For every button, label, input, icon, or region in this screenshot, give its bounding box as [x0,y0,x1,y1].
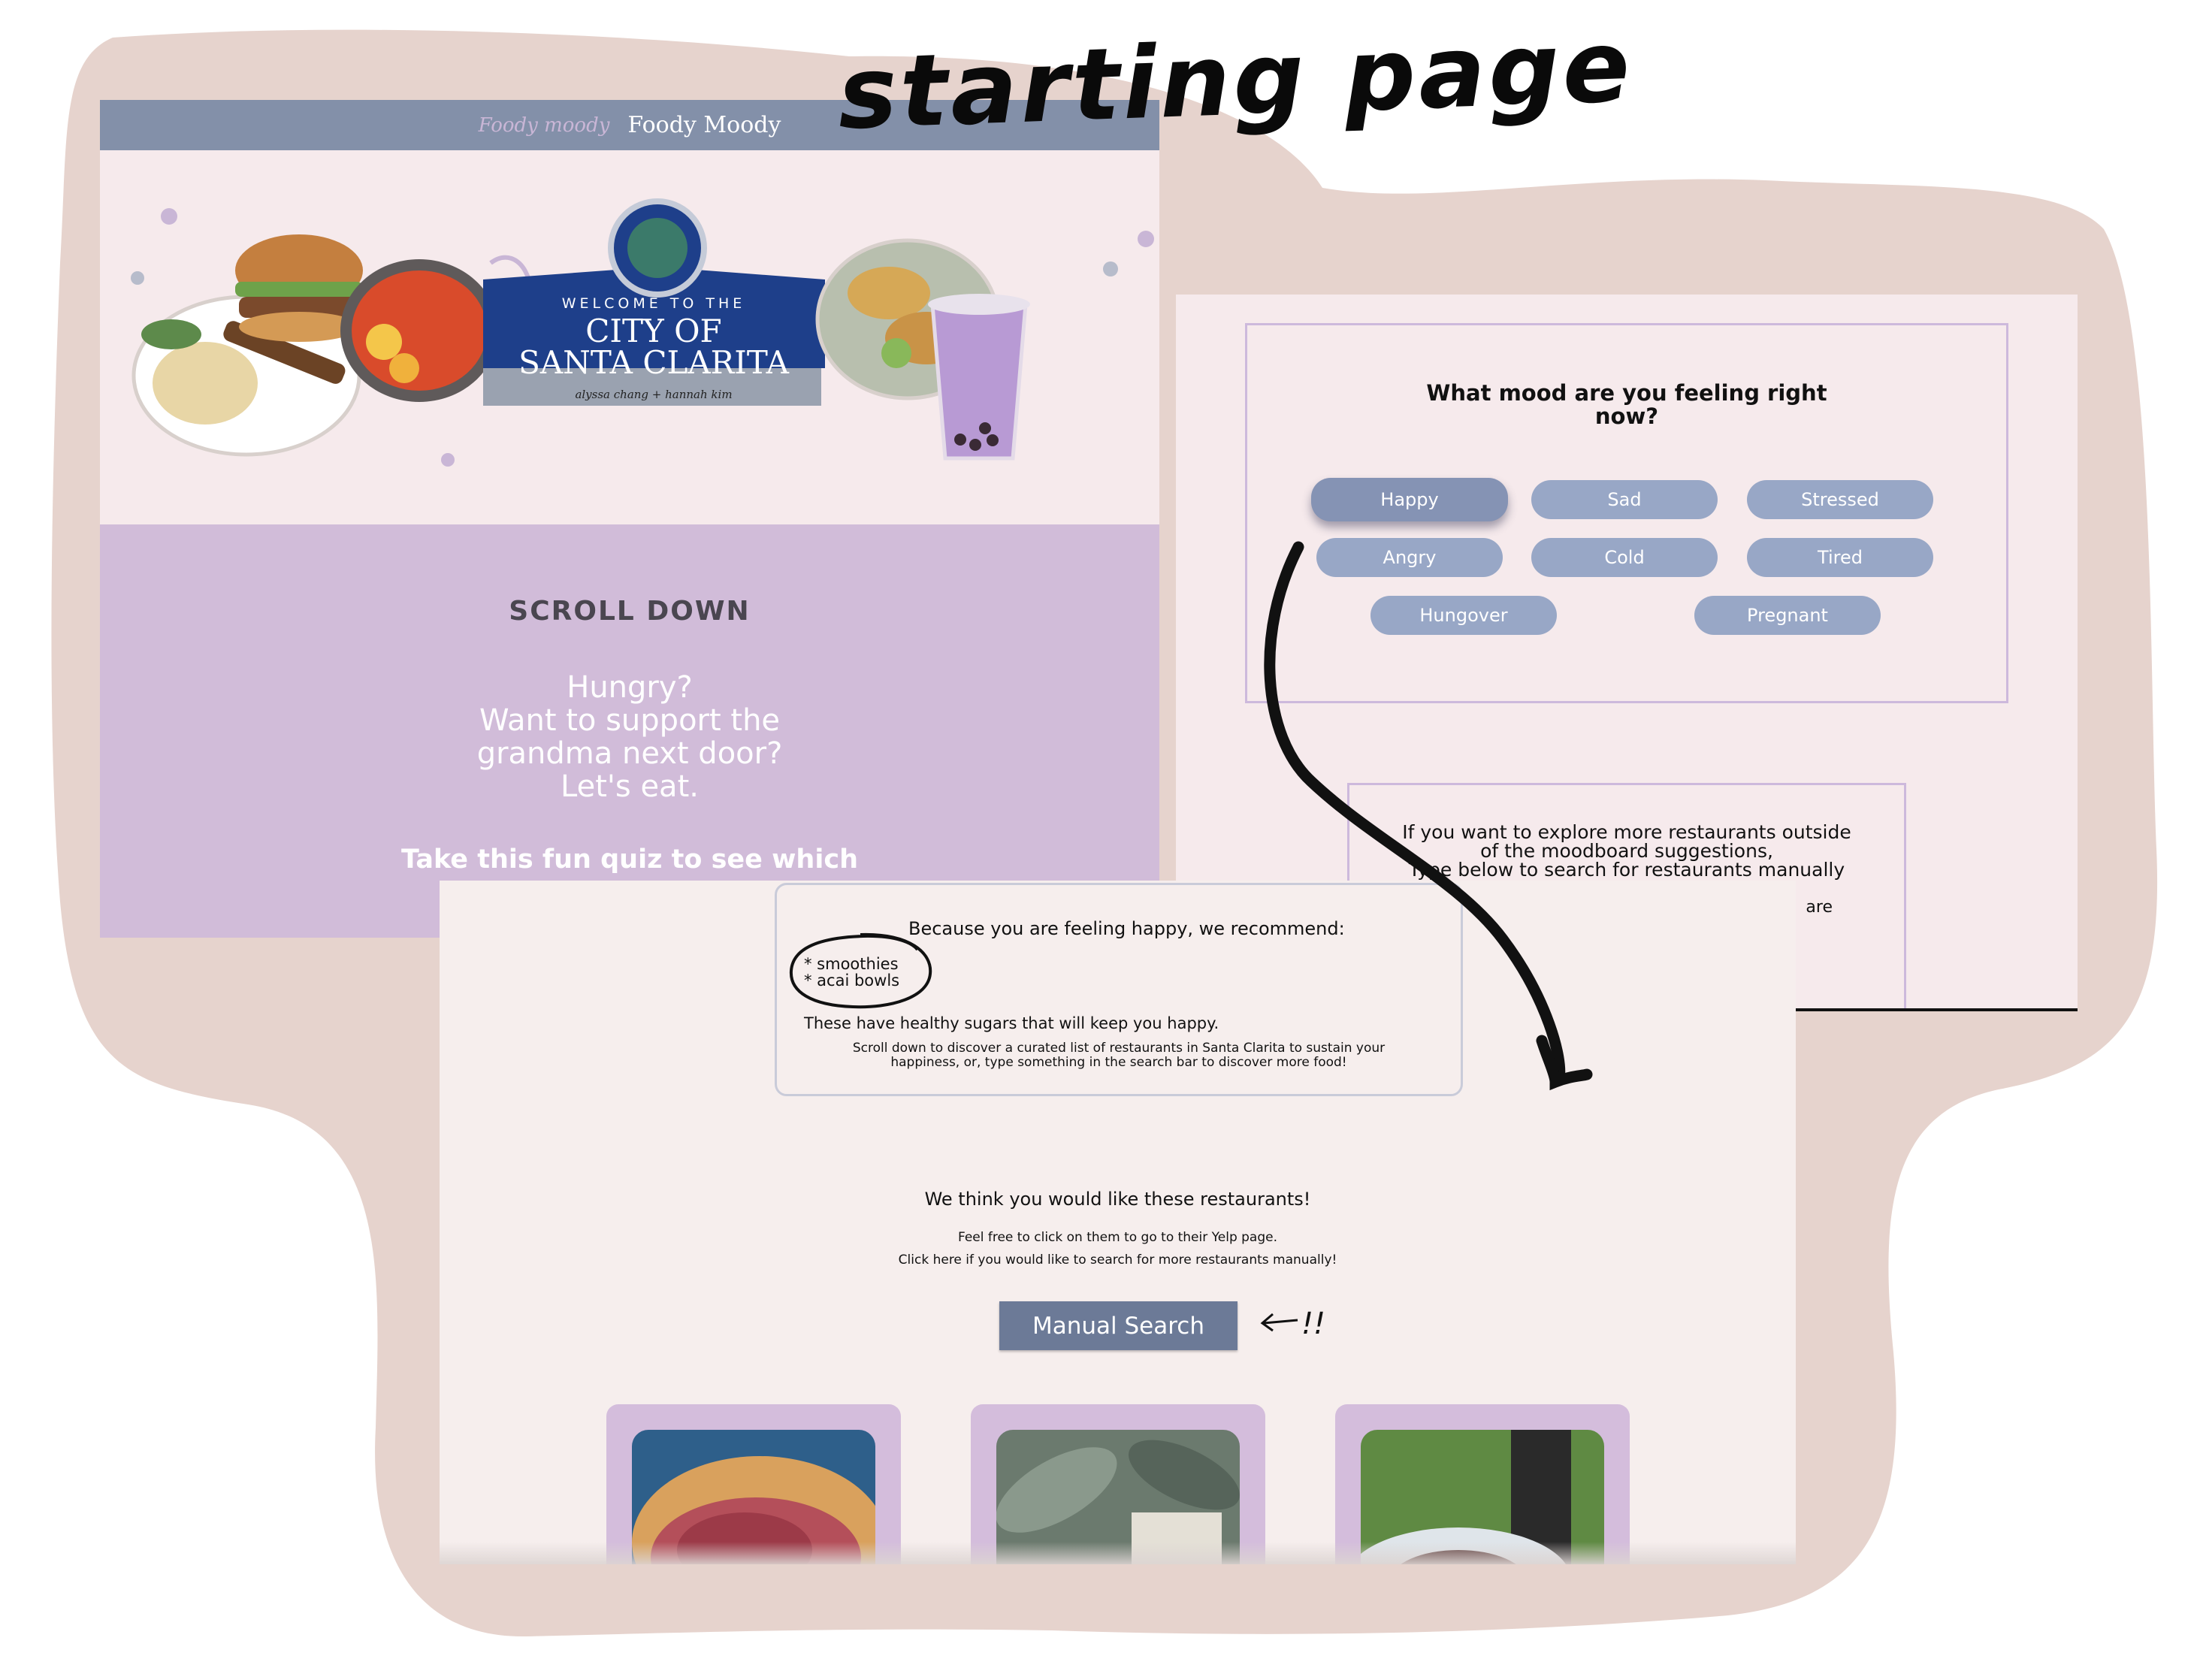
recommendation-item: * smoothies [804,955,899,973]
intro-copy: Hungry? Want to support the grandma next… [100,671,1159,803]
recommendation-item: * acai bowls [804,971,900,990]
scroll-down-label: SCROLL DOWN [509,596,751,627]
panel-fade [440,1542,1796,1564]
quiz-question-line: now? [1594,403,1659,429]
recommendation-scroll-hint: Scroll down to discover a curated list o… [814,1041,1423,1070]
intro-line: grandma next door? [476,736,783,771]
sign-welcome: WELCOME TO THE [562,295,746,312]
intro-line: Hungry? [567,670,693,705]
mood-button-sad[interactable]: Sad [1531,480,1718,519]
site-logo[interactable]: Foody moody [478,113,610,137]
hero-banner: WELCOME TO THE CITY OF SANTA CLARITA aly… [100,150,1159,524]
quiz-question-line: What mood are you feeling right [1426,380,1827,406]
hero-illustration: WELCOME TO THE CITY OF SANTA CLARITA aly… [131,198,1154,467]
intro-line: Want to support the [479,703,781,738]
intro-line: Let's eat. [561,769,699,804]
mood-button-pregnant[interactable]: Pregnant [1694,596,1881,635]
manual-search-text: If you want to explore more restaurants … [1349,823,1904,879]
starting-page-screenshot: Foody moody Foody Moody WELCOME TO THE C… [100,100,1159,938]
logo-text: Foody moody [478,113,610,137]
restaurant-card[interactable] [1335,1404,1630,1564]
restaurant-card[interactable] [606,1404,901,1564]
mood-button-happy[interactable]: Happy [1311,478,1508,521]
quiz-cta: Take this fun quiz to see which [400,845,859,875]
quiz-question: What mood are you feeling right now? [1247,382,2006,428]
restaurants-subtext-line: Feel free to click on them to go to thei… [957,1230,1278,1245]
mood-button-stressed[interactable]: Stressed [1747,480,1933,519]
recommendation-reason: These have healthy sugars that will keep… [804,1014,1219,1032]
manual-search-line: Type below to search for restaurants man… [1408,859,1845,881]
mood-button-hungover[interactable]: Hungover [1370,596,1557,635]
restaurant-card[interactable] [971,1404,1265,1564]
results-screenshot: Because you are feeling happy, we recomm… [440,881,1796,1564]
restaurants-heading: We think you would like these restaurant… [924,1189,1311,1210]
mood-button-tired[interactable]: Tired [1747,538,1933,577]
sign-city-line2: SANTA CLARITA [518,344,790,381]
recommendation-list: * smoothies * acai bowls [804,956,899,989]
mood-button-angry[interactable]: Angry [1316,538,1503,577]
exclamation-note-text: !! [1301,1307,1325,1341]
site-title[interactable]: Foody Moody [627,112,781,138]
mood-button-cold[interactable]: Cold [1531,538,1718,577]
exclamation-note: !! [1260,1307,1325,1341]
intro-section: SCROLL DOWN Hungry? Want to support the … [100,524,1159,938]
restaurants-subtext: Feel free to click on them to go to thei… [440,1226,1796,1271]
restaurants-subtext-line: Click here if you would like to search f… [898,1252,1337,1268]
recommendation-box: Because you are feeling happy, we recomm… [775,883,1463,1096]
manual-search-line: of the moodboard suggestions, [1480,840,1773,862]
mood-quiz-box: What mood are you feeling right now? Hap… [1245,323,2008,703]
recommendation-heading: Because you are feeling happy, we recomm… [908,918,1345,939]
manual-search-button[interactable]: Manual Search [999,1301,1238,1350]
scroll-hint-line: happiness, or, type something in the sea… [890,1055,1347,1070]
sign-credit: alyssa chang + hannah kim [575,388,732,401]
manual-search-partial-text: are [1806,898,1833,917]
scroll-hint-line: Scroll down to discover a curated list o… [852,1041,1386,1056]
manual-search-line: If you want to explore more restaurants … [1402,821,1851,843]
